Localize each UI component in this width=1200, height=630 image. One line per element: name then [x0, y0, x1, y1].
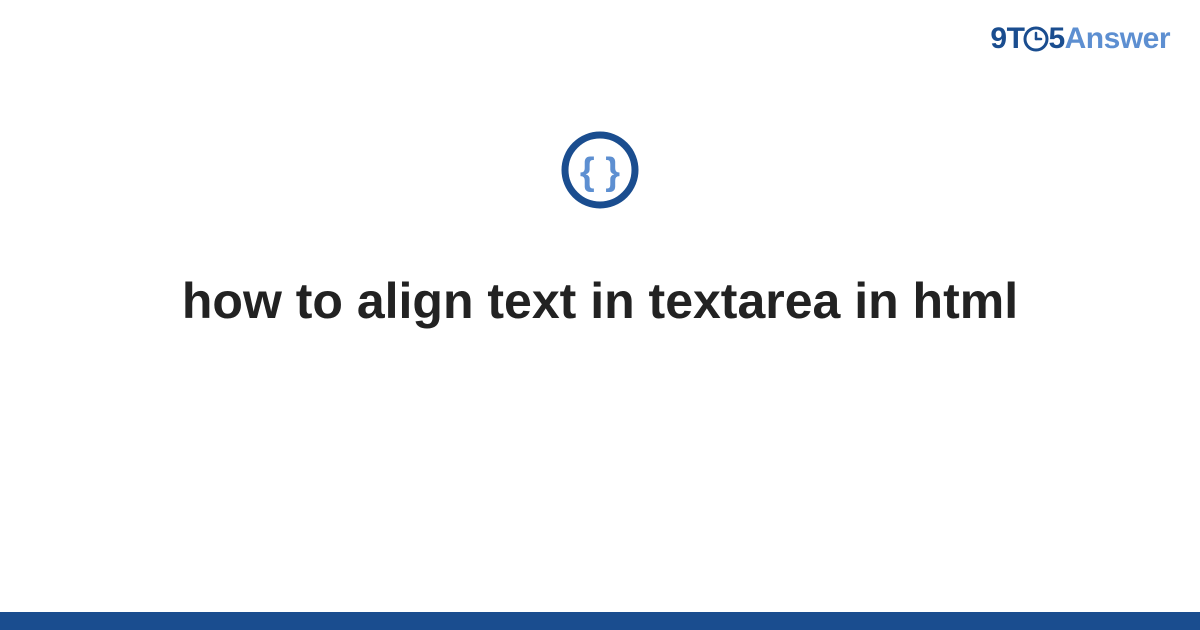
svg-text:{ }: { } — [580, 151, 620, 193]
site-logo: 9T 5Answer — [990, 22, 1170, 60]
logo-9t: 9T — [990, 22, 1024, 55]
main-content: { } how to align text in textarea in htm… — [0, 130, 1200, 333]
logo-5: 5 — [1048, 22, 1064, 55]
page-title: how to align text in textarea in html — [100, 270, 1100, 333]
clock-icon — [1023, 26, 1049, 60]
logo-answer: Answer — [1065, 22, 1170, 55]
braces-icon: { } — [560, 130, 640, 215]
footer-bar — [0, 612, 1200, 630]
